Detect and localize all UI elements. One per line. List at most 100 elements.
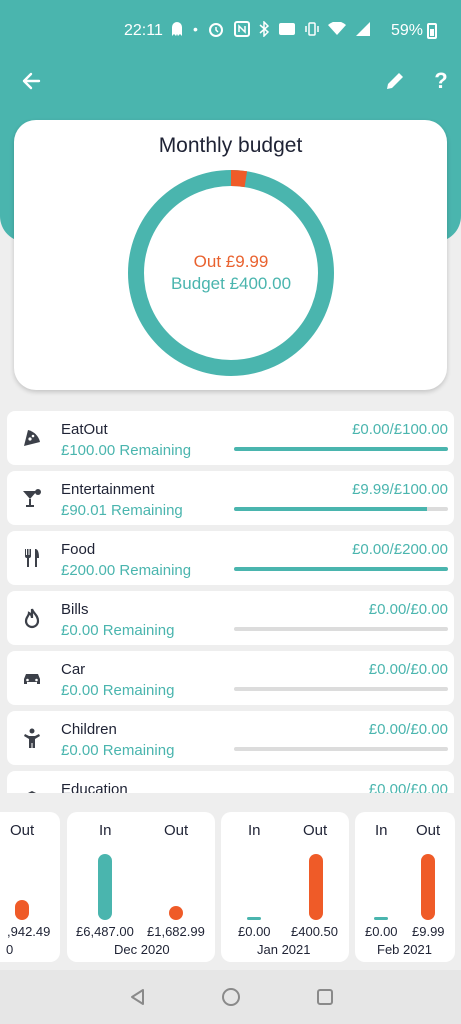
category-list[interactable]: EatOut £100.00 Remaining £0.00/£100.00 E…	[0, 405, 461, 793]
pizza-icon	[24, 430, 40, 446]
recents-square-icon	[317, 989, 333, 1005]
status-dot: •	[193, 21, 198, 37]
battery-indicator: 59%	[391, 22, 437, 40]
in-value: £6,487.00	[76, 924, 134, 939]
monthly-budget-card[interactable]: Monthly budget Out £9.99 Budget £400.00	[14, 120, 447, 390]
category-progress-bar	[234, 687, 448, 691]
category-row-bills[interactable]: Bills £0.00 Remaining £0.00/£0.00	[7, 591, 454, 645]
category-name: EatOut	[61, 421, 108, 438]
category-remaining: £200.00 Remaining	[61, 562, 192, 579]
in-value: £0.00	[365, 924, 398, 939]
category-progress-bar	[234, 747, 448, 751]
back-triangle-icon	[131, 989, 144, 1005]
status-time: 22:11	[124, 22, 163, 39]
edit-button[interactable]	[380, 64, 410, 98]
month-card[interactable]: Out ,942.49 0	[0, 812, 60, 962]
system-navigation-bar	[0, 970, 461, 1024]
out-value: £1,682.99	[147, 924, 205, 939]
in-value: £0.00	[238, 924, 271, 939]
child-icon	[24, 728, 40, 748]
category-name: Bills	[61, 601, 89, 618]
category-progress-bar	[234, 447, 448, 451]
pencil-icon	[387, 73, 403, 89]
arrow-left-icon	[22, 72, 41, 90]
out-label: Out	[164, 822, 189, 839]
category-row-food[interactable]: Food £200.00 Remaining £0.00/£200.00	[7, 531, 454, 585]
out-value: ,942.49	[7, 924, 51, 939]
out-value: £400.50	[291, 924, 338, 939]
category-row-education[interactable]: Education £0.00/£0.00	[7, 771, 454, 793]
nav-recents-button[interactable]	[312, 984, 338, 1010]
category-name: Children	[61, 721, 117, 738]
out-bar	[169, 906, 183, 920]
month-name: Dec 2020	[114, 942, 170, 957]
category-row-car[interactable]: Car £0.00 Remaining £0.00/£0.00	[7, 651, 454, 705]
budget-amount: Budget £400.00	[170, 274, 292, 293]
category-progress-bar	[234, 627, 448, 631]
month-name: Jan 2021	[257, 942, 311, 957]
home-circle-icon	[222, 988, 240, 1006]
flame-icon	[24, 608, 40, 629]
category-amount: £0.00/£0.00	[368, 601, 448, 618]
nav-home-button[interactable]	[218, 984, 244, 1010]
category-row-children[interactable]: Children £0.00 Remaining £0.00/£0.00	[7, 711, 454, 765]
category-remaining: £0.00 Remaining	[61, 622, 175, 639]
nav-back-button[interactable]	[125, 984, 151, 1010]
signal-icon	[355, 22, 370, 36]
in-bar	[98, 854, 112, 920]
status-icons: •	[170, 20, 371, 38]
cutlery-icon	[25, 549, 39, 567]
back-button[interactable]	[14, 64, 48, 98]
cocktail-icon	[23, 489, 41, 507]
monthly-summary-strip[interactable]: Out ,942.49 0 In Out £6,487.00 £1,682.99…	[0, 810, 461, 966]
category-name: Entertainment	[61, 481, 155, 498]
category-remaining: £100.00 Remaining	[61, 442, 192, 459]
education-icon	[28, 791, 36, 793]
month-name: 0	[6, 942, 14, 957]
category-amount: £9.99/£100.00	[352, 481, 448, 498]
in-label: In	[99, 822, 112, 839]
nfc-icon	[233, 21, 250, 37]
category-remaining: £90.01 Remaining	[61, 502, 183, 519]
month-name: Feb 2021	[377, 942, 432, 957]
donut-center-text: Out £9.99 Budget £400.00	[126, 168, 336, 378]
battery-percent: 59%	[390, 22, 423, 39]
alarm-icon	[208, 23, 223, 37]
category-amount: £0.00/£0.00	[368, 661, 448, 678]
help-button[interactable]: ?	[428, 64, 454, 98]
category-amount: £0.00/£0.00	[368, 721, 448, 738]
month-card-dec-2020[interactable]: In Out £6,487.00 £1,682.99 Dec 2020	[67, 812, 215, 962]
category-row-entertainment[interactable]: Entertainment £90.01 Remaining £9.99/£10…	[7, 471, 454, 525]
battery-icon	[427, 23, 437, 39]
category-remaining: £0.00 Remaining	[61, 742, 175, 759]
category-name: Car	[61, 661, 86, 678]
car-icon	[24, 674, 40, 684]
bluetooth-icon	[259, 21, 269, 37]
out-amount: Out £9.99	[193, 252, 269, 271]
vibrate-icon	[305, 22, 319, 36]
in-bar	[374, 917, 388, 920]
out-label: Out	[10, 822, 35, 839]
category-amount: £0.00/£100.00	[352, 421, 448, 438]
category-amount: £0.00/£0.00	[368, 781, 448, 793]
in-label: In	[375, 822, 388, 839]
category-name: Education	[61, 781, 128, 793]
category-progress-bar	[234, 567, 448, 571]
out-label: Out	[416, 822, 441, 839]
out-bar	[309, 854, 323, 920]
budget-title: Monthly budget	[158, 134, 303, 157]
category-amount: £0.00/£200.00	[352, 541, 448, 558]
category-progress-bar	[234, 507, 448, 511]
ghost-icon	[172, 22, 182, 36]
volte-icon	[278, 23, 295, 35]
month-card-feb-2021[interactable]: In Out £0.00 £9.99 Feb 2021	[355, 812, 455, 962]
category-name: Food	[61, 541, 96, 558]
in-label: In	[248, 822, 261, 839]
out-label: Out	[303, 822, 328, 839]
month-card-jan-2021[interactable]: In Out £0.00 £400.50 Jan 2021	[221, 812, 349, 962]
status-bar: 22:11 • 59%	[0, 0, 461, 62]
in-bar	[247, 917, 261, 920]
category-row-eatout[interactable]: EatOut £100.00 Remaining £0.00/£100.00	[7, 411, 454, 465]
category-remaining: £0.00 Remaining	[61, 682, 175, 699]
out-bar	[421, 854, 435, 920]
